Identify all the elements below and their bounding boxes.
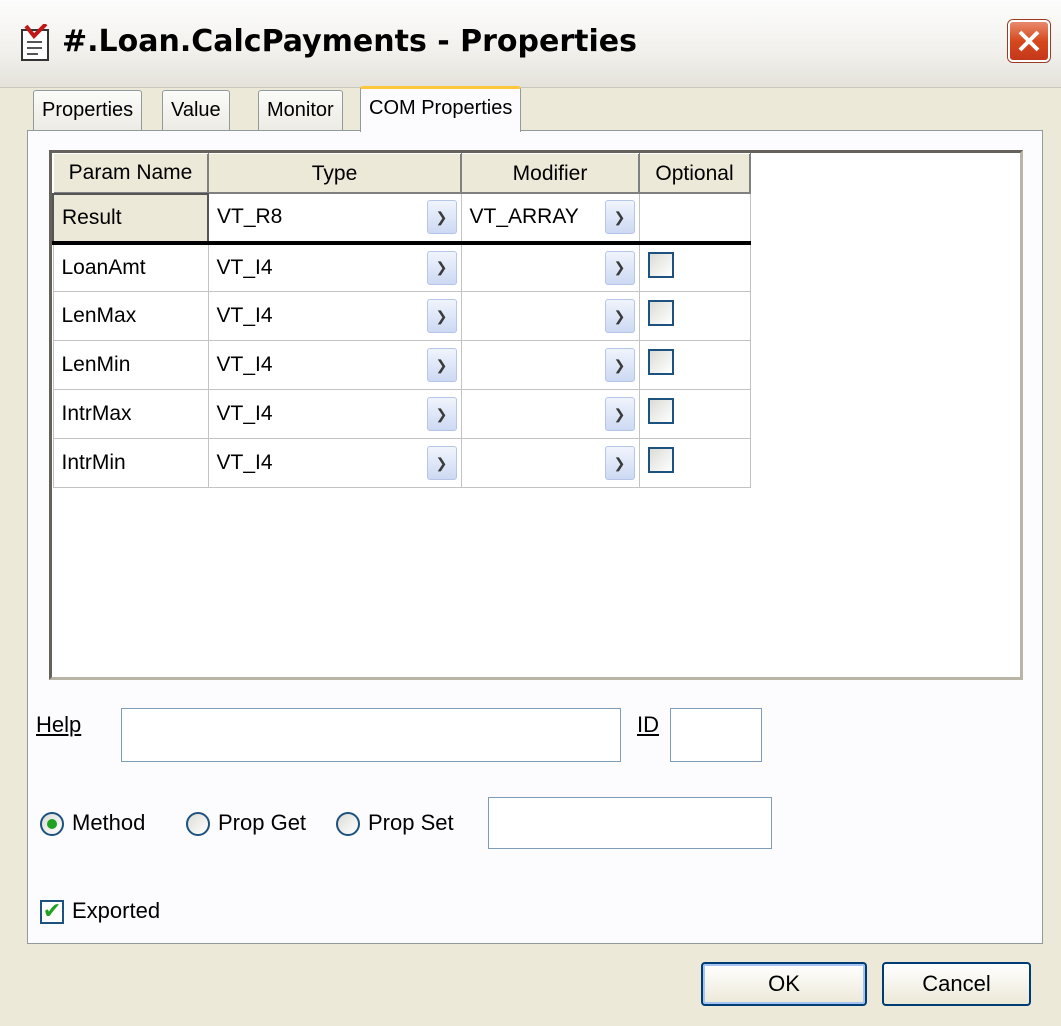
- chevron-down-icon[interactable]: ❯: [426, 348, 457, 382]
- optional-checkbox[interactable]: [647, 447, 674, 473]
- optional-cell: [638, 242, 751, 292]
- chevron-down-icon[interactable]: ❯: [426, 299, 457, 333]
- params-grid: Param Name Type Modifier Optional Result…: [49, 150, 1023, 680]
- radio-prop-set[interactable]: [336, 812, 360, 836]
- modifier-cell[interactable]: ❯: [460, 291, 640, 341]
- params-table: Param Name Type Modifier Optional Result…: [52, 153, 751, 488]
- type-cell[interactable]: VT_I4 ❯: [207, 389, 462, 439]
- radio-prop-set-label[interactable]: Prop Set: [368, 810, 454, 836]
- cancel-button[interactable]: Cancel: [882, 962, 1031, 1006]
- chevron-down-icon[interactable]: ❯: [604, 446, 635, 480]
- grid-header-row: Param Name Type Modifier Optional: [52, 153, 751, 194]
- radio-prop-get-label[interactable]: Prop Get: [218, 810, 306, 836]
- modifier-cell[interactable]: ❯: [460, 340, 640, 390]
- table-row[interactable]: LoanAmt VT_I4 ❯ ❯: [52, 242, 751, 292]
- param-name-cell[interactable]: LoanAmt: [52, 242, 209, 292]
- chevron-down-icon[interactable]: ❯: [426, 250, 457, 285]
- prop-value-input[interactable]: [488, 797, 772, 849]
- optional-cell: [638, 291, 751, 341]
- title-bar: #.Loan.CalcPayments - Properties: [0, 0, 1061, 88]
- table-row[interactable]: IntrMax VT_I4 ❯ ❯: [52, 389, 751, 439]
- chevron-down-icon[interactable]: ❯: [604, 200, 635, 235]
- type-value: VT_I4: [216, 402, 273, 425]
- type-cell[interactable]: VT_I4 ❯: [207, 340, 462, 390]
- chevron-down-icon[interactable]: ❯: [604, 397, 635, 431]
- table-row[interactable]: Result VT_R8 ❯ VT_ARRAY ❯: [52, 192, 751, 245]
- optional-checkbox[interactable]: [647, 251, 674, 278]
- modifier-cell[interactable]: ❯: [460, 242, 640, 292]
- tab-properties[interactable]: Properties: [33, 90, 143, 130]
- tab-com-properties[interactable]: COM Properties: [360, 86, 522, 132]
- param-name-cell[interactable]: IntrMin: [52, 438, 209, 488]
- id-input[interactable]: [670, 708, 762, 762]
- chevron-down-icon[interactable]: ❯: [426, 446, 457, 480]
- param-name-cell[interactable]: Result: [52, 192, 209, 245]
- chevron-down-icon[interactable]: ❯: [426, 397, 457, 431]
- column-header-modifier[interactable]: Modifier: [460, 153, 640, 194]
- id-label-text: ID: [637, 712, 659, 737]
- radio-method[interactable]: [40, 812, 64, 836]
- optional-cell: [638, 340, 751, 390]
- column-header-param-name[interactable]: Param Name: [52, 153, 209, 194]
- tab-monitor[interactable]: Monitor: [258, 90, 343, 130]
- radio-prop-get[interactable]: [186, 812, 210, 836]
- type-value: VT_I4: [216, 304, 273, 327]
- exported-label[interactable]: Exported: [72, 898, 160, 924]
- chevron-down-icon[interactable]: ❯: [604, 348, 635, 382]
- type-value: VT_I4: [216, 451, 273, 474]
- param-name-cell[interactable]: IntrMax: [52, 389, 209, 439]
- window-title: #.Loan.CalcPayments - Properties: [62, 24, 637, 59]
- close-icon: [1018, 30, 1040, 52]
- chevron-down-icon[interactable]: ❯: [604, 299, 635, 333]
- tab-value[interactable]: Value: [162, 90, 230, 130]
- type-value: VT_I4: [216, 353, 273, 376]
- optional-checkbox[interactable]: [647, 398, 674, 424]
- help-input[interactable]: [121, 708, 621, 762]
- modifier-cell[interactable]: ❯: [460, 438, 640, 488]
- chevron-down-icon[interactable]: ❯: [604, 250, 635, 285]
- column-header-type[interactable]: Type: [207, 153, 462, 194]
- param-name-cell[interactable]: LenMax: [52, 291, 209, 341]
- close-button[interactable]: [1008, 20, 1050, 62]
- table-row[interactable]: LenMax VT_I4 ❯ ❯: [52, 291, 751, 341]
- optional-cell: [638, 389, 751, 439]
- modifier-value: VT_ARRAY: [469, 205, 579, 229]
- modifier-cell[interactable]: ❯: [460, 389, 640, 439]
- column-header-optional[interactable]: Optional: [638, 153, 751, 194]
- radio-method-label[interactable]: Method: [72, 810, 145, 836]
- help-label: Help: [36, 712, 81, 738]
- ok-button[interactable]: OK: [701, 962, 867, 1006]
- type-value: VT_R8: [217, 205, 283, 229]
- type-cell[interactable]: VT_R8 ❯: [207, 193, 462, 245]
- type-value: VT_I4: [216, 255, 273, 279]
- table-row[interactable]: IntrMin VT_I4 ❯ ❯: [52, 438, 751, 488]
- optional-cell: [638, 193, 751, 245]
- optional-cell: [638, 438, 751, 488]
- chevron-down-icon[interactable]: ❯: [426, 200, 457, 235]
- modifier-cell[interactable]: VT_ARRAY ❯: [460, 193, 640, 245]
- optional-checkbox[interactable]: [647, 349, 674, 375]
- help-label-text: Help: [36, 712, 82, 737]
- type-cell[interactable]: VT_I4 ❯: [207, 438, 462, 488]
- type-cell[interactable]: VT_I4 ❯: [207, 291, 462, 341]
- exported-checkbox[interactable]: ✔: [40, 900, 64, 924]
- type-cell[interactable]: VT_I4 ❯: [207, 242, 462, 292]
- id-label: ID: [637, 712, 659, 738]
- properties-icon: [21, 24, 49, 61]
- table-row[interactable]: LenMin VT_I4 ❯ ❯: [52, 340, 751, 390]
- optional-checkbox[interactable]: [647, 300, 674, 326]
- param-name-cell[interactable]: LenMin: [52, 340, 209, 390]
